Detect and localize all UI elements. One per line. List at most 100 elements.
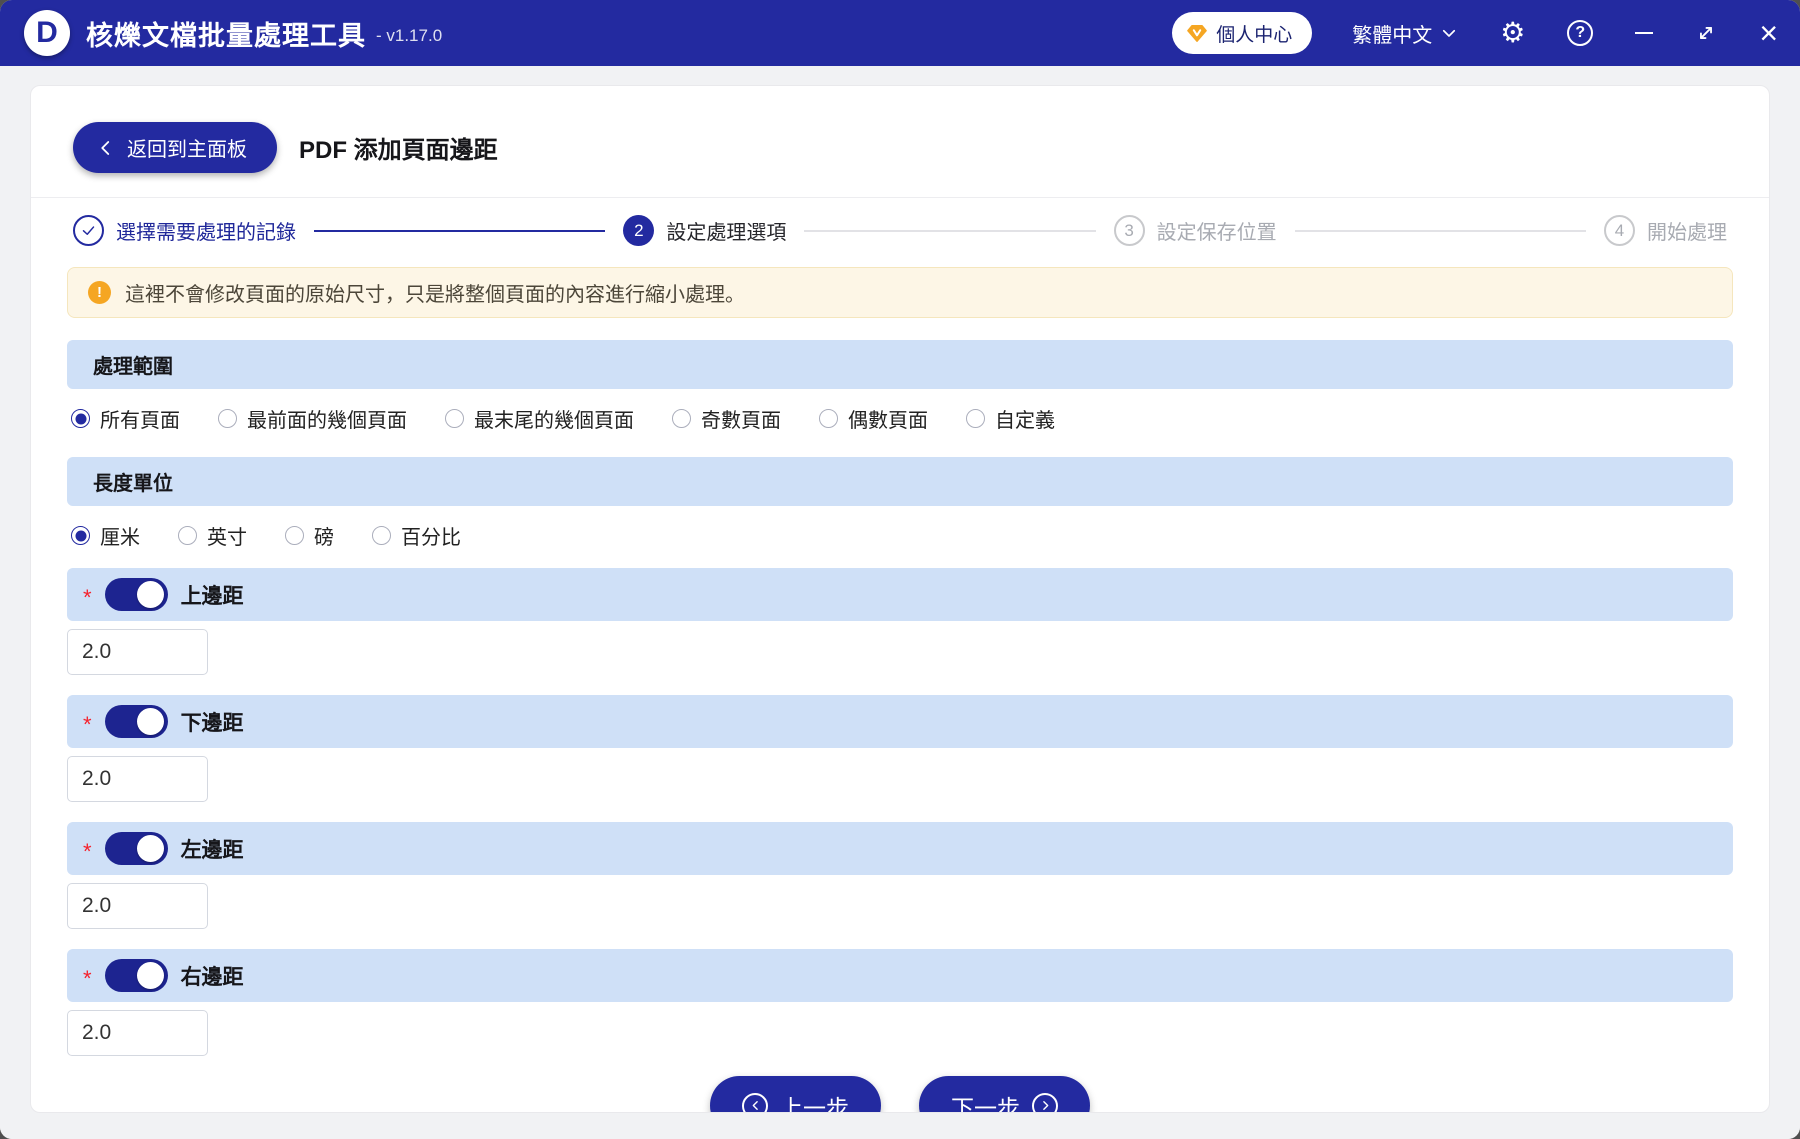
step-label: 設定保存位置 bbox=[1157, 216, 1277, 245]
length-unit-options: 厘米 英寸 磅 百分比 bbox=[67, 506, 1733, 568]
prev-step-label: 上一步 bbox=[780, 1089, 849, 1114]
step-label: 開始處理 bbox=[1647, 216, 1727, 245]
radio-option[interactable]: 百分比 bbox=[372, 521, 461, 550]
margin-section: * 左邊距 bbox=[67, 822, 1733, 929]
radio-option[interactable]: 奇數頁面 bbox=[672, 404, 781, 433]
margin-value-input[interactable] bbox=[67, 1010, 208, 1056]
margin-toggle[interactable] bbox=[105, 705, 168, 738]
radio-label: 奇數頁面 bbox=[701, 404, 781, 433]
language-label: 繁體中文 bbox=[1352, 19, 1432, 48]
radio-option[interactable]: 最前面的幾個頁面 bbox=[218, 404, 407, 433]
step-3: 3 設定保存位置 bbox=[1114, 215, 1277, 246]
step-4: 4 開始處理 bbox=[1604, 215, 1727, 246]
radio-option[interactable]: 自定義 bbox=[966, 404, 1055, 433]
radio-dot-icon bbox=[672, 409, 691, 428]
toggle-knob-icon bbox=[137, 708, 164, 735]
radio-label: 所有頁面 bbox=[100, 404, 180, 433]
margin-header-bar: * 上邊距 bbox=[67, 568, 1733, 621]
minimize-button[interactable] bbox=[1635, 32, 1653, 35]
chevron-left-icon bbox=[97, 139, 115, 157]
step-number: 2 bbox=[623, 215, 654, 246]
margin-header-bar: * 左邊距 bbox=[67, 822, 1733, 875]
titlebar: D 核爍文檔批量處理工具 - v1.17.0 個人中心 繁體中文 bbox=[0, 0, 1800, 66]
margin-header-bar: * 右邊距 bbox=[67, 949, 1733, 1002]
radio-option[interactable]: 偶數頁面 bbox=[819, 404, 928, 433]
margin-section: * 下邊距 bbox=[67, 695, 1733, 802]
radio-label: 厘米 bbox=[100, 521, 140, 550]
back-button-label: 返回到主面板 bbox=[127, 133, 247, 162]
circle-chevron-left-icon bbox=[742, 1093, 768, 1114]
radio-dot-icon bbox=[372, 526, 391, 545]
radio-label: 最前面的幾個頁面 bbox=[247, 404, 407, 433]
radio-label: 偶數頁面 bbox=[848, 404, 928, 433]
app-window: D 核爍文檔批量處理工具 - v1.17.0 個人中心 繁體中文 bbox=[0, 0, 1800, 1139]
margin-toggle[interactable] bbox=[105, 832, 168, 865]
card-header: 返回到主面板 PDF 添加頁面邊距 bbox=[31, 86, 1769, 198]
radio-dot-icon bbox=[178, 526, 197, 545]
radio-label: 最末尾的幾個頁面 bbox=[474, 404, 634, 433]
margin-label: 上邊距 bbox=[181, 580, 244, 610]
step-number: 3 bbox=[1114, 215, 1145, 246]
radio-label: 磅 bbox=[314, 521, 334, 550]
process-range-title: 處理範圍 bbox=[93, 350, 173, 379]
help-icon[interactable]: ? bbox=[1567, 20, 1593, 46]
margin-label: 下邊距 bbox=[181, 707, 244, 737]
language-selector[interactable]: 繁體中文 bbox=[1352, 19, 1458, 48]
radio-option[interactable]: 所有頁面 bbox=[71, 404, 180, 433]
length-unit-header: 長度單位 bbox=[67, 457, 1733, 506]
app-title: 核爍文檔批量處理工具 bbox=[86, 14, 366, 53]
page-title: PDF 添加頁面邊距 bbox=[299, 130, 498, 165]
vip-gem-icon bbox=[1186, 22, 1208, 44]
warning-icon: ! bbox=[88, 281, 111, 304]
step-number: 4 bbox=[1604, 215, 1635, 246]
radio-dot-icon bbox=[71, 409, 90, 428]
next-step-label: 下一步 bbox=[951, 1089, 1020, 1114]
margin-value-input[interactable] bbox=[67, 883, 208, 929]
margin-toggle[interactable] bbox=[105, 578, 168, 611]
step-label: 設定處理選項 bbox=[666, 216, 786, 245]
window-body: 返回到主面板 PDF 添加頁面邊距 選擇需要處理的記錄 2 設定處理選項 3 設定保存位… bbox=[0, 66, 1800, 1139]
chevron-down-icon bbox=[1440, 24, 1458, 42]
step-1: 選擇需要處理的記錄 bbox=[73, 215, 296, 246]
margin-value-input[interactable] bbox=[67, 629, 208, 675]
radio-option[interactable]: 最末尾的幾個頁面 bbox=[445, 404, 634, 433]
margin-section: * 右邊距 bbox=[67, 949, 1733, 1056]
margin-label: 左邊距 bbox=[181, 834, 244, 864]
settings-gear-icon[interactable]: ⚙ bbox=[1500, 19, 1525, 47]
notice-text: 這裡不會修改頁面的原始尺寸，只是將整個頁面的內容進行縮小處理。 bbox=[125, 278, 745, 307]
next-step-button[interactable]: 下一步 bbox=[919, 1076, 1090, 1113]
close-button[interactable]: × bbox=[1759, 17, 1778, 49]
margin-header-bar: * 下邊距 bbox=[67, 695, 1733, 748]
margin-label: 右邊距 bbox=[181, 961, 244, 991]
radio-dot-icon bbox=[445, 409, 464, 428]
footer-nav: 上一步 下一步 bbox=[67, 1076, 1733, 1113]
radio-option[interactable]: 厘米 bbox=[71, 521, 140, 550]
step-connector bbox=[804, 230, 1095, 232]
back-to-dashboard-button[interactable]: 返回到主面板 bbox=[73, 122, 277, 173]
user-center-label: 個人中心 bbox=[1216, 20, 1292, 47]
step-check-icon bbox=[73, 215, 104, 246]
radio-label: 自定義 bbox=[995, 404, 1055, 433]
user-center-button[interactable]: 個人中心 bbox=[1172, 12, 1312, 54]
margin-sections: * 上邊距 * 下邊距 * 左邊距 * 右邊距 bbox=[67, 568, 1733, 1056]
toggle-knob-icon bbox=[137, 962, 164, 989]
app-logo-icon: D bbox=[24, 10, 70, 56]
prev-step-button[interactable]: 上一步 bbox=[710, 1076, 881, 1113]
radio-label: 百分比 bbox=[401, 521, 461, 550]
radio-option[interactable]: 英寸 bbox=[178, 521, 247, 550]
maximize-button[interactable] bbox=[1695, 22, 1717, 44]
required-asterisk: * bbox=[83, 587, 92, 609]
step-2: 2 設定處理選項 bbox=[623, 215, 786, 246]
margin-toggle[interactable] bbox=[105, 959, 168, 992]
process-range-options: 所有頁面 最前面的幾個頁面 最末尾的幾個頁面 奇數頁面 偶數頁面 自定義 bbox=[67, 389, 1733, 451]
process-range-header: 處理範圍 bbox=[67, 340, 1733, 389]
app-version: - v1.17.0 bbox=[376, 26, 442, 46]
margin-value-input[interactable] bbox=[67, 756, 208, 802]
step-label: 選擇需要處理的記錄 bbox=[116, 216, 296, 245]
margin-section: * 上邊距 bbox=[67, 568, 1733, 675]
main-card: 返回到主面板 PDF 添加頁面邊距 選擇需要處理的記錄 2 設定處理選項 3 設定保存位… bbox=[30, 85, 1770, 1113]
notice-banner: ! 這裡不會修改頁面的原始尺寸，只是將整個頁面的內容進行縮小處理。 bbox=[67, 267, 1733, 318]
radio-dot-icon bbox=[71, 526, 90, 545]
radio-option[interactable]: 磅 bbox=[285, 521, 334, 550]
radio-dot-icon bbox=[285, 526, 304, 545]
